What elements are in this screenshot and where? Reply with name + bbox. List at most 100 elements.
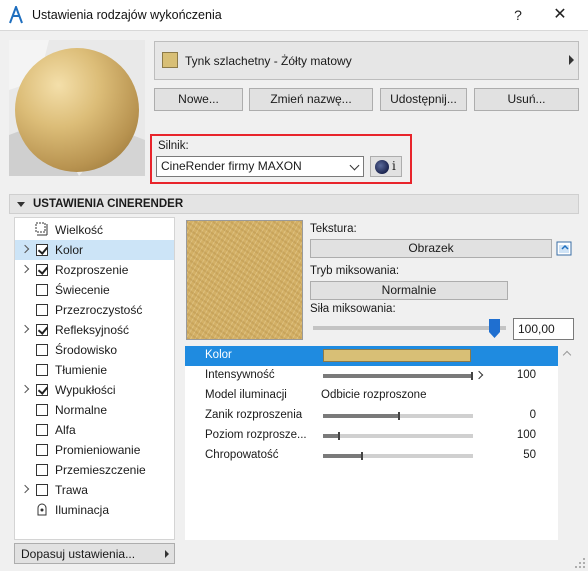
- material-name: Tynk szlachetny - Żółty matowy: [185, 54, 352, 68]
- resize-grip-icon[interactable]: [574, 557, 586, 569]
- channel-label: Iluminacja: [55, 503, 110, 517]
- channel-checkbox[interactable]: [36, 344, 48, 356]
- property-row[interactable]: Chropowatość 50: [185, 446, 558, 466]
- property-label: Chropowatość: [205, 449, 279, 461]
- channel-item[interactable]: Przemieszczenie: [15, 460, 174, 480]
- chevron-right-icon[interactable]: [20, 384, 30, 394]
- mix-strength-slider-thumb[interactable]: [489, 319, 501, 338]
- channel-label: Środowisko: [55, 343, 118, 357]
- property-slider[interactable]: [323, 452, 473, 460]
- channel-checkbox[interactable]: [36, 324, 48, 336]
- info-icon: i: [392, 159, 396, 173]
- channel-item[interactable]: Promieniowanie: [15, 440, 174, 460]
- channel-checkbox[interactable]: [36, 364, 48, 376]
- window-title: Ustawienia rodzajów wykończenia: [32, 8, 222, 22]
- property-row[interactable]: Poziom rozprosze... 100: [185, 426, 558, 446]
- title-bar: Ustawienia rodzajów wykończenia ? ✕: [0, 0, 588, 31]
- channel-checkbox[interactable]: [36, 484, 48, 496]
- close-button[interactable]: ✕: [546, 4, 574, 26]
- channel-label: Tłumienie: [55, 363, 108, 377]
- delete-button[interactable]: Usuń...: [474, 88, 579, 111]
- channel-item[interactable]: Refleksyjność: [15, 320, 174, 340]
- channel-label: Wielkość: [55, 223, 104, 237]
- mix-mode-label: Tryb miksowania:: [310, 265, 400, 277]
- channel-checkbox[interactable]: [36, 384, 48, 396]
- slider-arrow-icon: [474, 370, 484, 380]
- cinerender-section-header[interactable]: USTAWIENIA CINERENDER: [9, 194, 579, 214]
- property-text-value: Odbicie rozproszone: [321, 389, 427, 401]
- channel-label: Przezroczystość: [55, 303, 143, 317]
- channel-item[interactable]: Wielkość: [15, 220, 174, 240]
- chevron-right-icon[interactable]: [20, 244, 30, 254]
- property-row[interactable]: Intensywność 100: [185, 366, 558, 386]
- channel-item[interactable]: Trawa: [15, 480, 174, 500]
- property-row[interactable]: Model iluminacji Odbicie rozproszone: [185, 386, 558, 406]
- cinema4d-icon: [375, 160, 389, 174]
- adjust-settings-label: Dopasuj ustawienia...: [21, 547, 136, 561]
- slider-handle[interactable]: [360, 452, 363, 460]
- texture-image-button[interactable]: Obrazek: [310, 239, 552, 258]
- channel-item[interactable]: Rozproszenie: [15, 260, 174, 280]
- size-icon: [35, 222, 48, 236]
- channel-item[interactable]: Środowisko: [15, 340, 174, 360]
- material-selector[interactable]: Tynk szlachetny - Żółty matowy: [154, 41, 579, 80]
- channel-label: Promieniowanie: [55, 443, 141, 457]
- channel-label: Świecenie: [55, 283, 110, 297]
- chevron-right-icon[interactable]: [20, 324, 30, 334]
- chevron-right-icon[interactable]: [20, 264, 30, 274]
- property-row[interactable]: Kolor: [185, 346, 558, 366]
- chevron-right-icon: [569, 55, 574, 65]
- channel-item[interactable]: Alfa: [15, 420, 174, 440]
- chevron-right-icon[interactable]: [20, 484, 30, 494]
- scroll-up-icon[interactable]: [562, 350, 572, 360]
- slider-handle[interactable]: [338, 432, 340, 440]
- channel-checkbox[interactable]: [36, 444, 48, 456]
- properties-scrollbar[interactable]: [560, 346, 576, 540]
- rename-button[interactable]: Zmień nazwę...: [249, 88, 373, 111]
- share-button[interactable]: Udostępnij...: [380, 88, 467, 111]
- channel-checkbox[interactable]: [36, 284, 48, 296]
- channel-item[interactable]: Wypukłości: [15, 380, 174, 400]
- channel-item[interactable]: Przezroczystość: [15, 300, 174, 320]
- material-preview: [9, 40, 145, 176]
- engine-select[interactable]: CineRender firmy MAXON: [156, 156, 364, 177]
- mix-strength-input[interactable]: 100,00: [513, 318, 574, 340]
- channel-item[interactable]: Iluminacja: [15, 500, 174, 520]
- property-label: Zanik rozproszenia: [205, 409, 303, 421]
- channel-checkbox[interactable]: [36, 304, 48, 316]
- slider-handle[interactable]: [398, 412, 400, 420]
- property-value: 0: [529, 409, 536, 421]
- channel-item[interactable]: Normalne: [15, 400, 174, 420]
- engine-group: Silnik: CineRender firmy MAXON i: [150, 134, 412, 184]
- channel-item[interactable]: Świecenie: [15, 280, 174, 300]
- material-swatch: [162, 52, 178, 68]
- channel-checkbox[interactable]: [36, 464, 48, 476]
- channel-checkbox[interactable]: [36, 404, 48, 416]
- channel-item[interactable]: Tłumienie: [15, 360, 174, 380]
- mix-strength-label: Siła miksowania:: [310, 303, 396, 315]
- property-slider[interactable]: [323, 412, 473, 420]
- channel-item[interactable]: Kolor: [15, 240, 174, 260]
- channel-checkbox[interactable]: [36, 244, 48, 256]
- channel-label: Przemieszczenie: [55, 463, 146, 477]
- mix-mode-button[interactable]: Normalnie: [310, 281, 508, 300]
- chevron-down-icon: [349, 160, 360, 171]
- property-row[interactable]: Zanik rozproszenia 0: [185, 406, 558, 426]
- color-swatch[interactable]: [323, 349, 471, 362]
- property-value: 100: [516, 369, 536, 381]
- help-button[interactable]: ?: [506, 4, 530, 26]
- texture-browse-icon[interactable]: [556, 240, 573, 257]
- property-slider[interactable]: [323, 432, 473, 440]
- texture-preview[interactable]: [186, 220, 303, 340]
- mix-strength-slider[interactable]: [313, 326, 506, 330]
- illumination-icon: [37, 503, 47, 516]
- channel-checkbox[interactable]: [36, 264, 48, 276]
- engine-value: CineRender firmy MAXON: [161, 159, 302, 173]
- adjust-settings-button[interactable]: Dopasuj ustawienia...: [14, 543, 175, 564]
- engine-info-button[interactable]: i: [370, 156, 402, 177]
- channel-label: Wypukłości: [55, 383, 116, 397]
- new-button[interactable]: Nowe...: [154, 88, 243, 111]
- property-slider[interactable]: [323, 372, 473, 380]
- slider-handle[interactable]: [471, 372, 473, 380]
- channel-checkbox[interactable]: [36, 424, 48, 436]
